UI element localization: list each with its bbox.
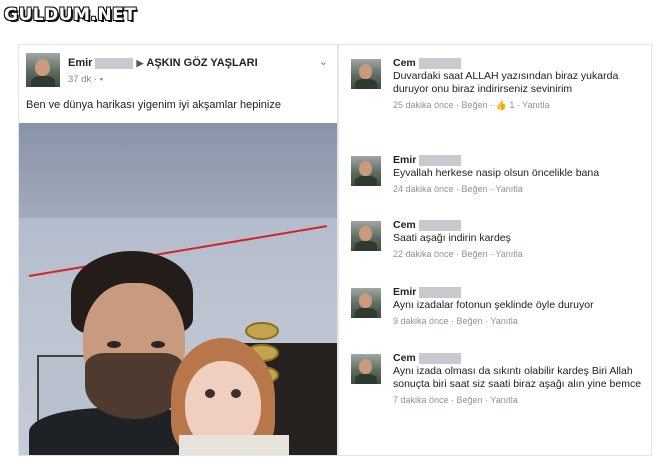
comment-time[interactable]: 7 dakika önce [393, 395, 449, 405]
redacted-surname [419, 286, 462, 298]
comment-time[interactable]: 9 dakika önce [393, 316, 449, 326]
reply-link[interactable]: Yanıtla [490, 316, 517, 326]
post-author-name[interactable]: Emir [68, 57, 92, 69]
comment-author[interactable]: Cem [393, 57, 646, 70]
like-count-icon: 👍 [495, 100, 507, 110]
comment-time[interactable]: 24 dakika önce [393, 184, 454, 194]
commenter-avatar[interactable] [351, 59, 381, 89]
redacted-surname [95, 57, 134, 69]
comment-author[interactable]: Emir [393, 154, 646, 167]
redacted-surname [419, 154, 462, 166]
post-time[interactable]: 37 dk [68, 74, 91, 85]
post-header: Emir ▶ AŞKIN GÖZ YAŞLARI 37 dk · ▪ ⌄ [26, 53, 330, 93]
man-eye [107, 341, 121, 348]
girl-shirt [179, 435, 289, 455]
comment-meta: 24 dakika önce · Beğen · Yanıtla [393, 184, 523, 194]
redacted-surname [418, 352, 461, 364]
comment-author[interactable]: Cem [393, 219, 646, 232]
post-text: Ben ve dünya harikası yigenim iyi akşaml… [26, 99, 281, 111]
comment-author[interactable]: Emir [393, 286, 646, 299]
post-photo[interactable] [19, 123, 337, 455]
post-card: Emir ▶ AŞKIN GÖZ YAŞLARI 37 dk · ▪ ⌄ Ben v… [18, 44, 338, 456]
watermark: GULDUM.NET [4, 5, 137, 25]
reply-link[interactable]: Yanıtla [522, 100, 549, 110]
like-link[interactable]: Beğen [462, 249, 488, 259]
comment-author[interactable]: Cem [393, 352, 646, 365]
redacted-surname [418, 57, 461, 69]
comment-meta: 25 dakika önce · Beğen · 👍 1 · Yanıtla [393, 100, 550, 110]
reply-link[interactable]: Yanıtla [495, 184, 522, 194]
reply-link[interactable]: Yanıtla [495, 249, 522, 259]
comments-panel: Cem Duvardaki saat ALLAH yazısından bira… [338, 44, 652, 456]
like-link[interactable]: Beğen [462, 184, 488, 194]
chevron-down-icon[interactable]: ⌄ [319, 55, 328, 68]
share-arrow-icon: ▶ [136, 58, 144, 68]
comment-text: Aynı izadalar fotonun şeklinde öyle duru… [393, 299, 594, 311]
like-link[interactable]: Beğen [457, 395, 483, 405]
redacted-surname [418, 219, 461, 231]
comment-meta: 7 dakika önce · Beğen · Yanıtla [393, 395, 518, 405]
commenter-avatar[interactable] [351, 221, 381, 251]
post-author-line: Emir ▶ AŞKIN GÖZ YAŞLARI [68, 57, 258, 69]
comment-text: Eyvallah herkese nasip olsun öncelikle b… [393, 167, 600, 179]
author-avatar[interactable] [26, 53, 60, 87]
comment-text: Aynı izada olması da sıkıntı olabilir ka… [393, 365, 642, 390]
comment-time[interactable]: 22 dakika önce [393, 249, 454, 259]
comment-text: Saati aşağı indirin kardeş [393, 232, 511, 244]
comment-text: Duvardaki saat ALLAH yazısından biraz yu… [393, 70, 619, 95]
reply-link[interactable]: Yanıtla [490, 395, 517, 405]
comment-time[interactable]: 25 dakika önce [393, 100, 454, 110]
like-link[interactable]: Beğen [462, 100, 488, 110]
commenter-avatar[interactable] [351, 288, 381, 318]
post-group-name[interactable]: AŞKIN GÖZ YAŞLARI [146, 57, 257, 69]
commenter-avatar[interactable] [351, 156, 381, 186]
like-count[interactable]: 1 [509, 100, 514, 110]
girl-eye [205, 389, 215, 398]
like-link[interactable]: Beğen [457, 316, 483, 326]
commenter-avatar[interactable] [351, 354, 381, 384]
ceiling [19, 123, 337, 218]
audience-icon: ▪ [99, 74, 104, 85]
man-beard [85, 353, 183, 419]
comment-meta: 22 dakika önce · Beğen · Yanıtla [393, 249, 523, 259]
girl-eye [231, 389, 241, 398]
post-meta: 37 dk · ▪ [68, 74, 104, 85]
man-eye [151, 341, 165, 348]
comment-meta: 9 dakika önce · Beğen · Yanıtla [393, 316, 518, 326]
